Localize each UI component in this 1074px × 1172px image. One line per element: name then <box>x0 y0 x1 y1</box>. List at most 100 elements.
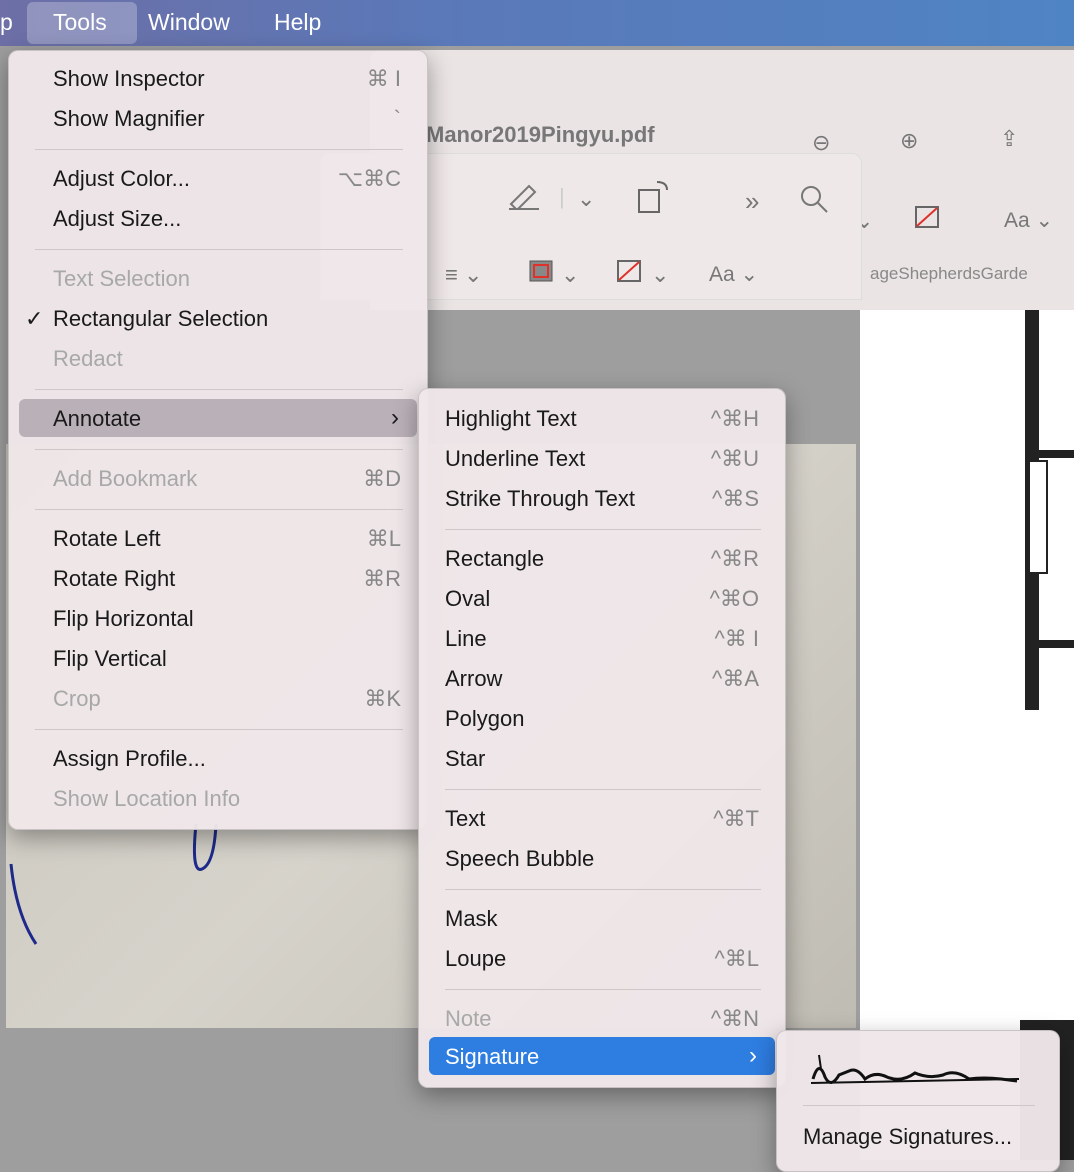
tools-menu-item-rectangular-selection[interactable]: ✓ Rectangular Selection <box>19 299 417 337</box>
rotate-icon[interactable] <box>637 178 671 220</box>
shortcut-label: ^⌘S <box>712 486 759 511</box>
shortcut-label: ^⌘T <box>713 806 759 831</box>
tools-menu-item-show-magnifier[interactable]: Show Magnifier ` <box>19 99 417 137</box>
menu-item-label: Star <box>445 746 486 771</box>
menu-item-label: Rotate Right <box>53 566 176 591</box>
annotate-menu-item-highlight-text[interactable]: Highlight Text ^⌘H <box>429 399 775 437</box>
menu-item-label: Adjust Color... <box>53 166 190 191</box>
separator <box>445 529 761 530</box>
menu-item-label: Rectangular Selection <box>53 306 269 331</box>
annotate-menu-item-line[interactable]: Line ^⌘ I <box>429 619 775 657</box>
signature-submenu: Manage Signatures... <box>776 1030 1060 1172</box>
annotate-menu-item-arrow[interactable]: Arrow ^⌘A <box>429 659 775 697</box>
tools-menu-item-flip-horizontal[interactable]: Flip Horizontal <box>19 599 417 637</box>
shortcut-label: ⌘K <box>364 686 401 711</box>
separator <box>445 989 761 990</box>
manage-signatures-label: Manage Signatures... <box>803 1124 1013 1149</box>
font-style-button[interactable]: Aa ⌄ <box>1004 208 1053 233</box>
menu-item-label: Show Inspector <box>53 66 205 91</box>
shortcut-label: ^⌘N <box>710 1006 759 1031</box>
annotate-menu-item-text[interactable]: Text ^⌘T <box>429 799 775 837</box>
tools-menu: Show Inspector ⌘ I Show Magnifier ` Adjust C… <box>8 50 428 830</box>
tools-menu-item-show-inspector[interactable]: Show Inspector ⌘ I <box>19 59 417 97</box>
chevron-right-icon: › <box>391 404 399 431</box>
shortcut-label: ⌥⌘C <box>337 166 401 191</box>
menu-bar: p Tools Window Help <box>0 0 1074 46</box>
pen-icon[interactable] <box>507 180 541 216</box>
tools-menu-item-adjust-color[interactable]: Adjust Color... ⌥⌘C <box>19 159 417 197</box>
separator <box>35 149 403 150</box>
separator <box>35 389 403 390</box>
menu-bar-partial-item[interactable]: p <box>0 9 13 36</box>
tools-menu-item-rotate-right[interactable]: Rotate Right ⌘R <box>19 559 417 597</box>
zoom-in-icon[interactable]: ⊕ <box>900 128 918 154</box>
menu-tools[interactable]: Tools <box>53 9 107 36</box>
annotate-menu-item-speech-bubble[interactable]: Speech Bubble <box>429 839 775 877</box>
annotate-menu-item-loupe[interactable]: Loupe ^⌘L <box>429 939 775 977</box>
manage-signatures-item[interactable]: Manage Signatures... <box>787 1117 1049 1155</box>
annotate-menu-item-polygon[interactable]: Polygon <box>429 699 775 737</box>
chevron-right-icon: › <box>749 1042 757 1069</box>
tools-menu-item-show-location-info: Show Location Info <box>19 779 417 817</box>
shortcut-label: ⌘R <box>363 566 401 591</box>
separator <box>803 1105 1035 1106</box>
more-icon[interactable]: » <box>745 186 759 217</box>
annotate-menu-item-star[interactable]: Star <box>429 739 775 777</box>
menu-item-label: Annotate <box>53 406 142 431</box>
font-style-button[interactable]: Aa ⌄ <box>709 262 758 287</box>
annotate-menu-item-oval[interactable]: Oval ^⌘O <box>429 579 775 617</box>
annotate-menu-item-signature[interactable]: Signature › <box>429 1037 775 1075</box>
menu-item-label: Rectangle <box>445 546 545 571</box>
menu-item-label: Adjust Size... <box>53 206 182 231</box>
shortcut-label: ^⌘H <box>710 406 759 431</box>
menu-help[interactable]: Help <box>274 9 321 36</box>
chevron-down-icon[interactable]: ⌄ <box>561 262 579 288</box>
tools-menu-item-rotate-left[interactable]: Rotate Left ⌘L <box>19 519 417 557</box>
annotate-menu-item-strike-through-text[interactable]: Strike Through Text ^⌘S <box>429 479 775 517</box>
menu-window[interactable]: Window <box>148 9 230 36</box>
separator <box>35 509 403 510</box>
search-icon[interactable] <box>799 184 829 220</box>
annotate-submenu: Highlight Text ^⌘H Underline Text ^⌘U Strike… <box>418 388 786 1088</box>
share-icon[interactable]: ⇪ <box>1000 126 1018 152</box>
shortcut-label: ^⌘ I <box>714 626 759 651</box>
chevron-down-icon[interactable]: ⌄ <box>577 186 595 212</box>
tools-menu-item-annotate[interactable]: Annotate › <box>19 399 417 437</box>
window-subtitle: ageShepherdsGarde <box>870 264 1028 283</box>
shortcut-label: ^⌘U <box>710 446 759 471</box>
shortcut-label: ⌘L <box>366 526 401 551</box>
menu-item-label: Polygon <box>445 706 525 731</box>
menu-item-label: Rotate Left <box>53 526 161 551</box>
tools-menu-item-adjust-size[interactable]: Adjust Size... <box>19 199 417 237</box>
annotate-menu-item-mask[interactable]: Mask <box>429 899 775 937</box>
saved-signature-item[interactable] <box>787 1043 1049 1099</box>
annotate-menu-item-underline-text[interactable]: Underline Text ^⌘U <box>429 439 775 477</box>
border-color-icon[interactable] <box>529 260 555 290</box>
menu-item-label: Text Selection <box>53 266 190 291</box>
menu-item-label: Loupe <box>445 946 507 971</box>
chevron-down-icon[interactable]: ⌄ <box>651 262 669 288</box>
shortcut-label: ` <box>393 106 401 131</box>
menu-item-label: Note <box>445 1006 492 1031</box>
menu-item-label: Add Bookmark <box>53 466 198 491</box>
checkmark-icon: ✓ <box>25 306 44 331</box>
menu-item-label: Signature <box>445 1044 540 1069</box>
menu-item-label: Assign Profile... <box>53 746 206 771</box>
tools-menu-item-assign-profile[interactable]: Assign Profile... <box>19 739 417 777</box>
menu-item-label: Flip Vertical <box>53 646 167 671</box>
fill-color-icon[interactable] <box>915 206 941 236</box>
annotate-menu-item-rectangle[interactable]: Rectangle ^⌘R <box>429 539 775 577</box>
shortcut-label: ⌘ I <box>366 66 401 91</box>
tools-menu-item-add-bookmark: Add Bookmark ⌘D <box>19 459 417 497</box>
menu-item-label: Arrow <box>445 666 503 691</box>
menu-item-label: Show Magnifier <box>53 106 205 131</box>
menu-item-label: Oval <box>445 586 491 611</box>
menu-item-label: Mask <box>445 906 498 931</box>
tools-menu-item-flip-vertical[interactable]: Flip Vertical <box>19 639 417 677</box>
menu-item-label: Line <box>445 626 487 651</box>
fill-color-icon[interactable] <box>617 260 643 290</box>
font-label: Aa <box>1004 209 1030 232</box>
line-style-icon[interactable]: ≡ ⌄ <box>445 262 482 288</box>
separator <box>445 889 761 890</box>
menu-item-label: Text <box>445 806 486 831</box>
